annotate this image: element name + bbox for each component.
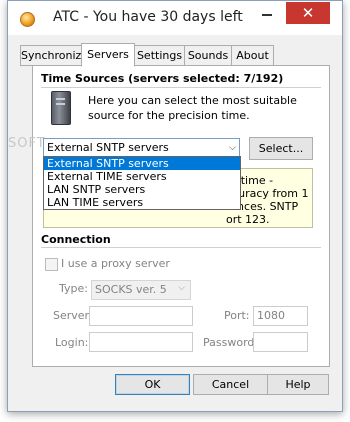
title-bar[interactable]: ATC - You have 30 days left ✕ xyxy=(8,1,342,35)
section-divider xyxy=(41,247,321,248)
proxy-checkbox[interactable] xyxy=(45,258,58,271)
port-label: Port: xyxy=(224,309,250,322)
minimize-button[interactable] xyxy=(253,5,281,25)
port-field[interactable]: 1080 xyxy=(253,306,308,326)
dropdown-option-lan-sntp[interactable]: LAN SNTP servers xyxy=(44,183,240,196)
close-button[interactable]: ✕ xyxy=(286,2,330,24)
source-select-value: External SNTP servers xyxy=(47,141,169,154)
time-sources-heading: Time Sources (servers selected: 7/192) xyxy=(41,72,284,85)
help-button[interactable]: Help xyxy=(267,374,329,395)
source-select[interactable]: External SNTP servers ⌵ xyxy=(43,138,240,158)
window-title: ATC - You have 30 days left xyxy=(53,9,243,25)
cancel-button[interactable]: Cancel xyxy=(193,374,268,395)
app-icon xyxy=(20,12,35,27)
password-label: Password: xyxy=(203,336,259,349)
port-value: 1080 xyxy=(257,309,285,322)
ok-button[interactable]: OK xyxy=(115,374,190,395)
tab-about[interactable]: About xyxy=(231,45,274,66)
proxy-type-select[interactable]: SOCKS ver. 5 ⌵ xyxy=(91,280,191,300)
time-sources-description: Here you can select the most suitable so… xyxy=(88,94,297,122)
atc-window: ATC - You have 30 days left ✕ Synchroniz… xyxy=(7,0,343,412)
login-label: Login: xyxy=(55,336,89,349)
dropdown-option-external-sntp[interactable]: External SNTP servers xyxy=(44,157,240,170)
source-dropdown: External SNTP servers External TIME serv… xyxy=(43,156,241,210)
type-label: Type: xyxy=(59,282,88,295)
proxy-label: I use a proxy server xyxy=(61,257,170,270)
dropdown-option-lan-time[interactable]: LAN TIME servers xyxy=(44,196,240,209)
server-icon xyxy=(51,91,71,125)
password-field[interactable] xyxy=(253,332,308,352)
server-label: Server: xyxy=(53,309,93,322)
server-field[interactable] xyxy=(89,306,193,326)
tab-synchronize[interactable]: Synchronize xyxy=(20,45,88,66)
tab-settings[interactable]: Settings xyxy=(134,45,185,66)
section-divider xyxy=(41,87,321,88)
watermark: SOFT xyxy=(8,136,46,151)
connection-heading: Connection xyxy=(41,233,111,246)
dropdown-option-external-time[interactable]: External TIME servers xyxy=(44,170,240,183)
servers-panel: Time Sources (servers selected: 7/192) H… xyxy=(32,65,330,367)
proxy-type-value: SOCKS ver. 5 xyxy=(95,283,167,296)
login-field[interactable] xyxy=(89,332,193,352)
select-button[interactable]: Select... xyxy=(249,137,313,160)
chevron-down-icon: ⌵ xyxy=(229,143,236,153)
tab-servers[interactable]: Servers xyxy=(81,43,135,67)
tab-sounds[interactable]: Sounds xyxy=(184,45,232,66)
minimize-icon xyxy=(262,14,272,16)
chevron-down-icon: ⌵ xyxy=(178,283,185,293)
